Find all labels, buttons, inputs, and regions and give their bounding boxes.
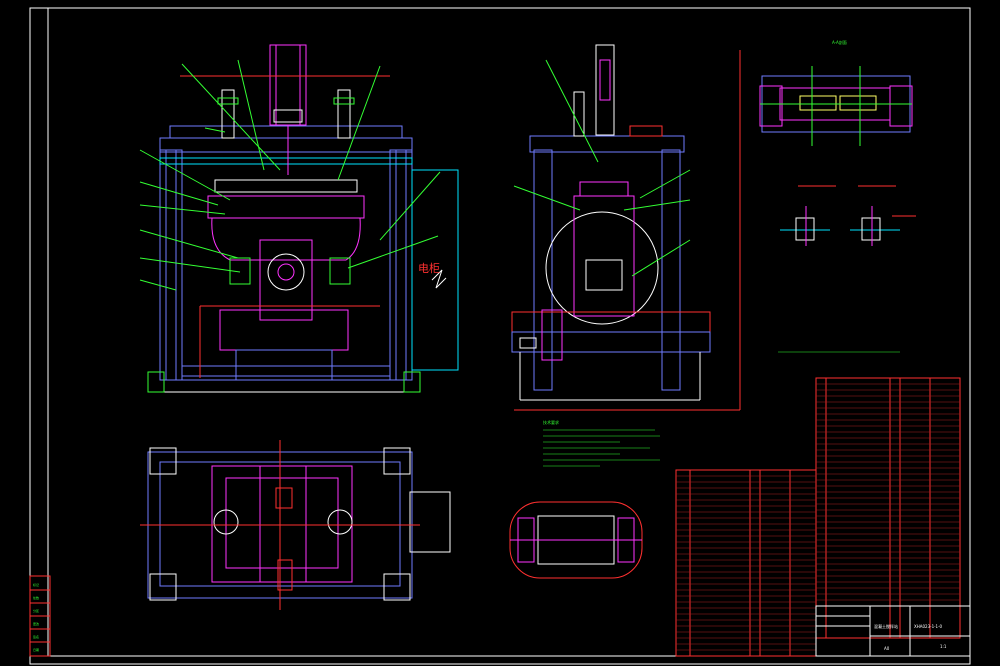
parts-list-left <box>675 469 817 657</box>
outer-border <box>29 7 971 665</box>
title-block <box>815 605 971 657</box>
side-panel-item: 处数 <box>33 595 39 600</box>
table-rows <box>676 383 960 651</box>
side-view <box>511 44 741 411</box>
side-panel-item: 更改 <box>33 621 39 626</box>
front-view <box>139 44 459 393</box>
cad-drawing-canvas: 电柜 A-A剖面 技术要求 XHA023-1-1-0 混凝土搅拌站 1:1 A0… <box>29 7 971 665</box>
parts-list-right <box>815 377 961 639</box>
section-label: A-A剖面 <box>832 39 847 45</box>
scale-value: 1:1 <box>940 644 947 649</box>
electrical-cabinet-label: 电柜 <box>418 262 440 275</box>
plan-view <box>140 440 451 610</box>
drawing-name: 混凝土搅拌站 <box>874 623 898 629</box>
drawing-number: XHA023-1-1-0 <box>914 624 943 629</box>
notes-heading: 技术要求 <box>543 419 559 425</box>
sheet-size: A0 <box>884 646 890 651</box>
top-view <box>759 66 913 146</box>
side-panel-item: 标记 <box>33 582 39 587</box>
side-panel-item: 签名 <box>33 634 39 639</box>
oval-detail-view <box>509 501 643 579</box>
technical-notes <box>543 351 900 467</box>
side-panel-item: 分区 <box>33 608 39 613</box>
revision-side-panel <box>29 575 51 657</box>
side-panel-item: 日期 <box>33 647 39 652</box>
sheet-border <box>47 7 971 657</box>
detail-views <box>780 185 916 246</box>
